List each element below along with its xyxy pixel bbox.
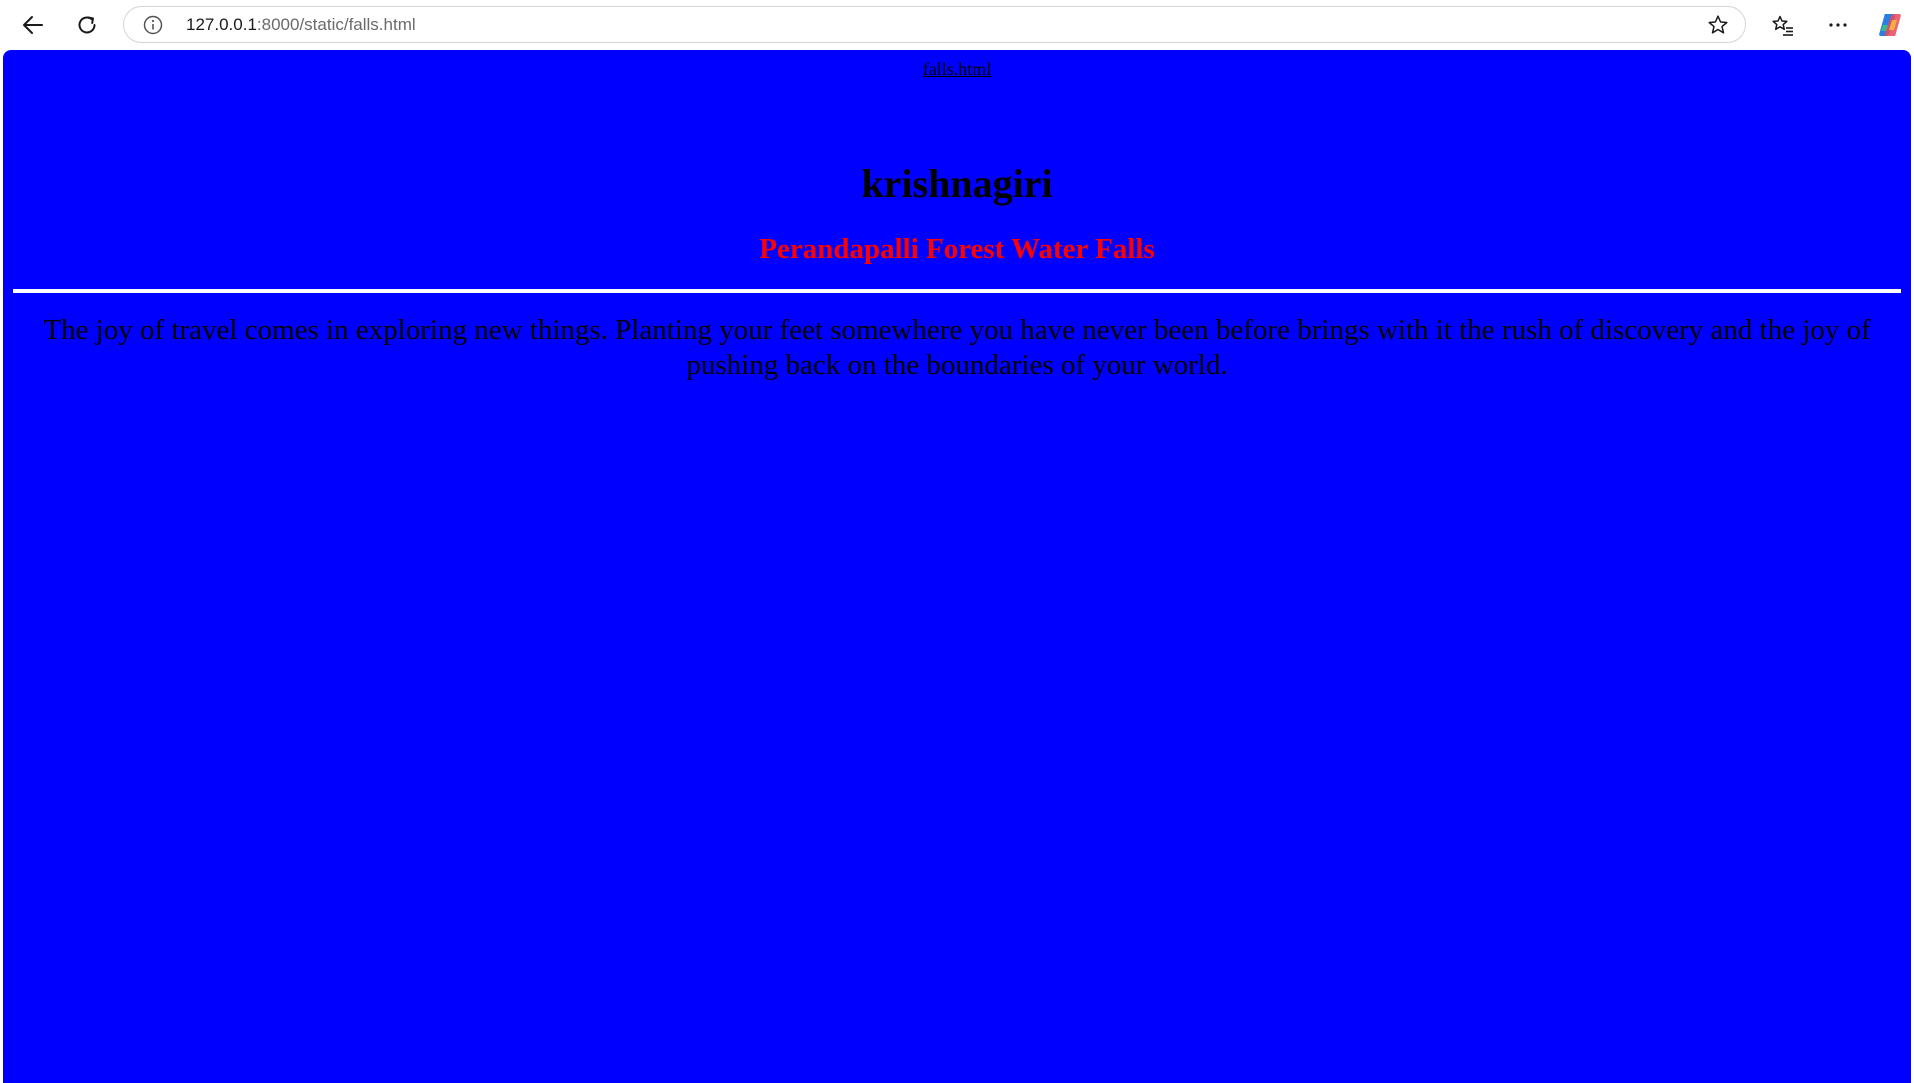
favorites-list-icon [1771,14,1795,36]
address-url[interactable]: 127.0.0.1:8000/static/falls.html [186,7,416,42]
copilot-button[interactable] [1873,8,1907,42]
star-icon[interactable] [1707,14,1729,36]
url-host: 127.0.0.1 [186,15,257,34]
reload-button[interactable] [70,8,104,42]
back-button[interactable] [16,8,50,42]
copilot-icon [1876,11,1904,39]
page-title: krishnagiri [861,161,1053,206]
more-horizontal-icon [1827,14,1849,36]
url-path: :8000/static/falls.html [256,15,416,34]
browser-toolbar: 127.0.0.1:8000/static/falls.html [0,0,1914,50]
address-bar[interactable]: 127.0.0.1:8000/static/falls.html [123,6,1746,43]
page-subtitle: Perandapalli Forest Water Falls [759,233,1155,265]
page-viewport: falls.html krishnagiri Perandapalli Fore… [3,50,1911,1083]
info-icon[interactable] [143,15,163,35]
more-menu-button[interactable] [1821,8,1855,42]
favorites-button[interactable] [1766,8,1800,42]
horizontal-rule [13,289,1901,293]
filename-caption: falls.html [922,59,992,79]
reload-icon [76,14,98,36]
back-arrow-icon [22,14,44,36]
intro-paragraph: The joy of travel comes in exploring new… [43,314,1871,381]
